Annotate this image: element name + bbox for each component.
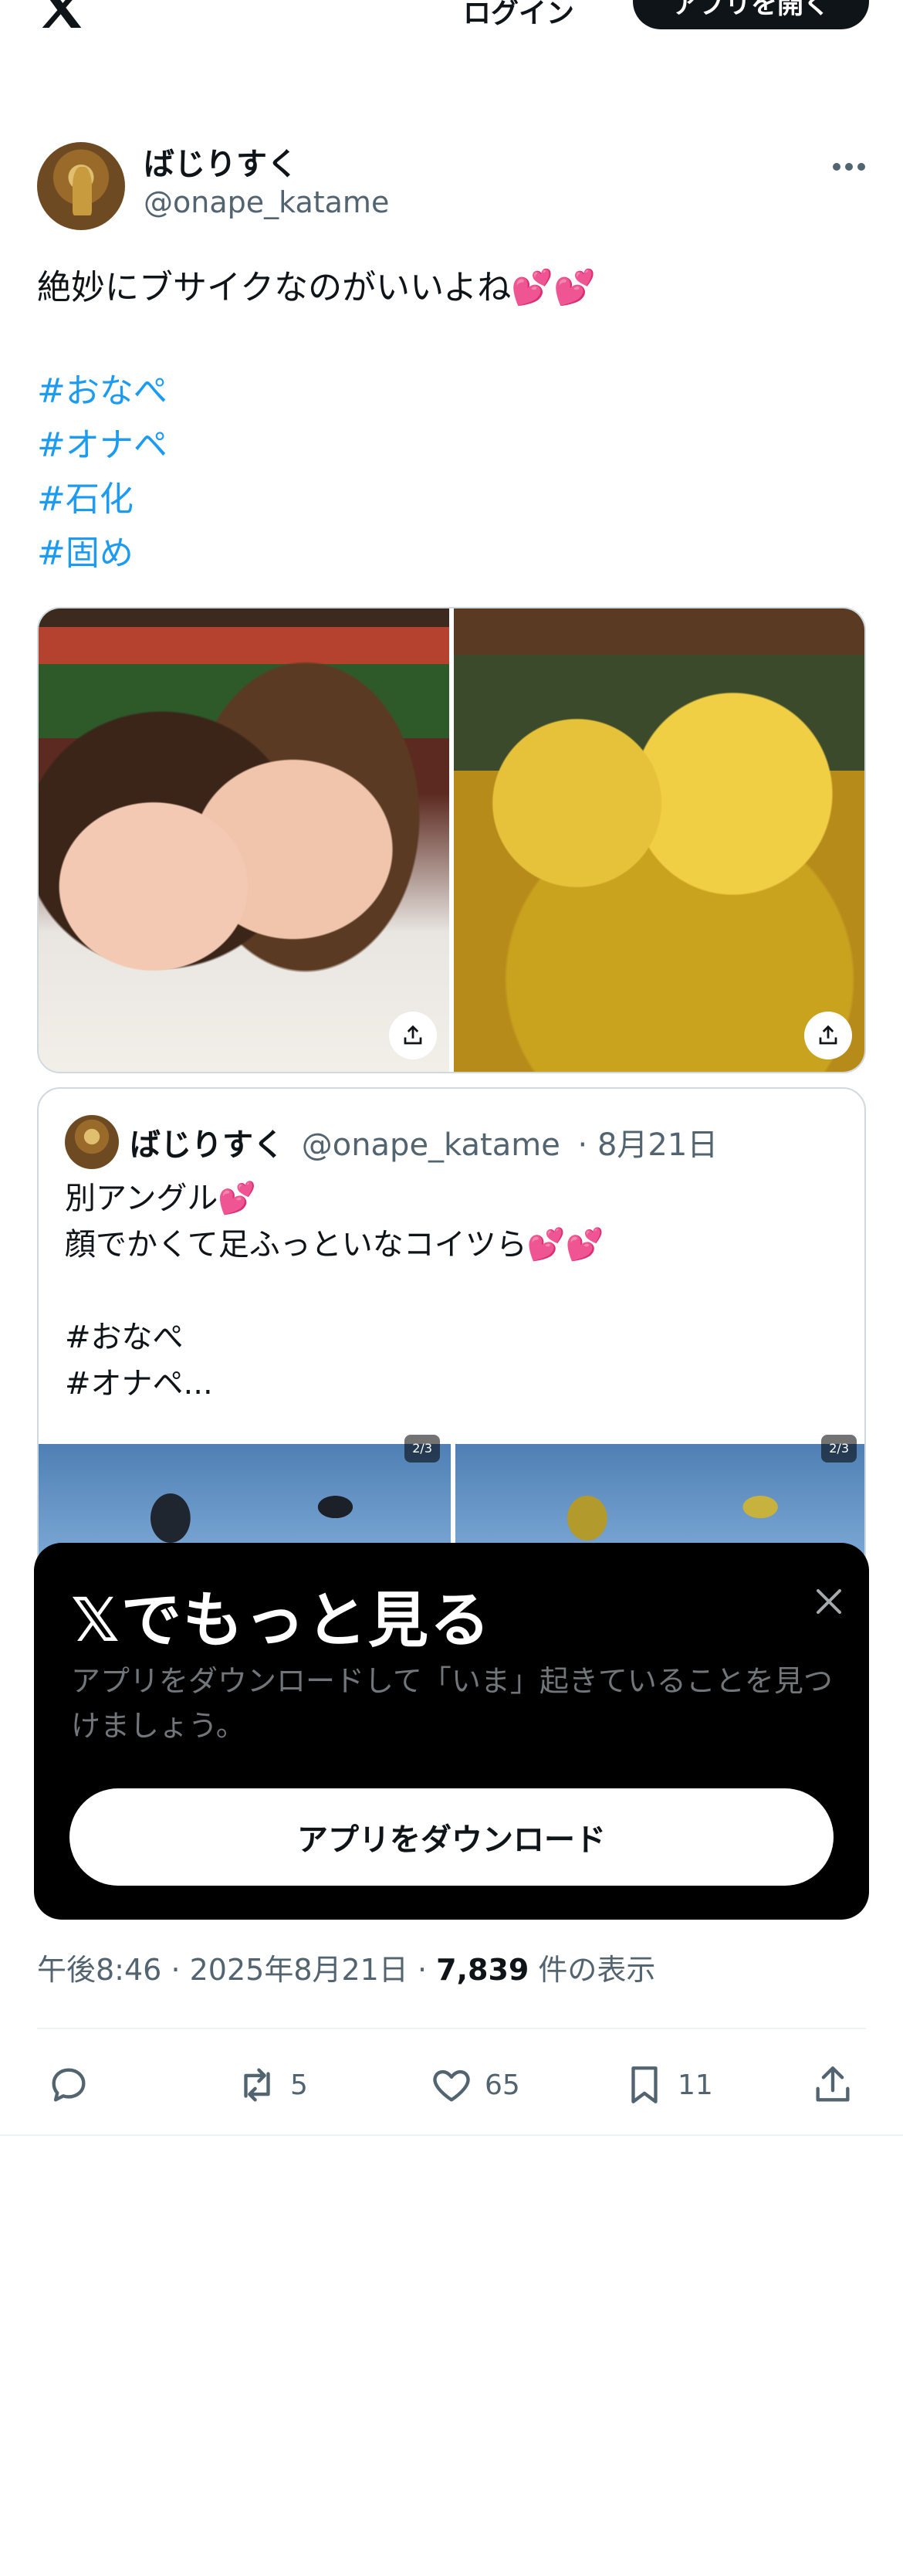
photo-selfie[interactable] xyxy=(39,608,449,1072)
reply-icon xyxy=(52,2068,86,2102)
media-share-button[interactable] xyxy=(804,1012,852,1059)
share-button[interactable] xyxy=(810,2062,855,2108)
quoted-tweet-header: ばじりすく @onape_katame · 8月21日 xyxy=(130,1120,718,1164)
avatar xyxy=(65,1115,119,1169)
media-grid xyxy=(37,607,866,1073)
avatar[interactable] xyxy=(37,142,125,230)
hashtag-link[interactable]: #オナペ xyxy=(37,419,167,473)
more-icon[interactable] xyxy=(826,151,872,182)
quoted-author-handle: @onape_katame xyxy=(301,1127,560,1163)
top-bar: ログイン アプリを開く xyxy=(0,0,903,31)
photo-golden-statue[interactable] xyxy=(454,608,864,1072)
promo-title: 𝕏でもっと見る xyxy=(71,1586,492,1656)
hashtag-list: #おなぺ #オナペ #石化 #固め xyxy=(37,364,167,581)
view-count: 7,839 xyxy=(436,1953,529,1987)
retweet-count: 5 xyxy=(290,2069,308,2101)
share-icon xyxy=(819,1025,837,1045)
author-handle[interactable]: @onape_katame xyxy=(144,185,389,219)
like-button[interactable]: 65 xyxy=(429,2062,520,2108)
quoted-author-name: ばじりすく xyxy=(130,1127,284,1163)
tweet-date[interactable]: 2025年8月21日 xyxy=(190,1953,408,1987)
download-app-button[interactable]: アプリをダウンロード xyxy=(69,1788,834,1886)
open-app-button[interactable]: アプリを開く xyxy=(633,0,869,29)
login-link[interactable]: ログイン xyxy=(463,0,574,31)
retweet-button[interactable]: 5 xyxy=(235,2062,308,2108)
separator-dot: · xyxy=(171,1953,190,1987)
like-count: 65 xyxy=(485,2069,520,2101)
divider xyxy=(0,2134,903,2136)
divider xyxy=(37,2028,866,2029)
promo-subtitle: アプリをダウンロードして「いま」起きていることを見つけましょう。 xyxy=(71,1664,833,1743)
bookmark-icon xyxy=(631,2066,658,2103)
tweet-timestamp: 午後8:46 · 2025年8月21日 · 7,839 件の表示 xyxy=(37,1946,655,1988)
separator-dot: · xyxy=(417,1953,437,1987)
reply-button[interactable] xyxy=(46,2062,91,2108)
hashtag-link[interactable]: #石化 xyxy=(37,473,167,527)
media-share-button[interactable] xyxy=(389,1012,437,1059)
tweet-text: 絶妙にブサイクなのがいいよね💕💕 xyxy=(37,268,596,307)
share-icon xyxy=(404,1025,422,1045)
quoted-date: · 8月21日 xyxy=(577,1127,719,1163)
view-label: 件の表示 xyxy=(538,1953,656,1987)
action-bar: 5 65 11 xyxy=(0,2045,903,2122)
x-logo-icon[interactable] xyxy=(37,0,86,34)
hashtag-link[interactable]: #固め xyxy=(37,527,167,581)
bookmark-count: 11 xyxy=(678,2069,713,2101)
share-icon xyxy=(816,2066,850,2102)
tweet-time[interactable]: 午後8:46 xyxy=(37,1953,161,1987)
bookmark-button[interactable]: 11 xyxy=(622,2062,713,2108)
app-promo-card: 𝕏でもっと見る アプリをダウンロードして「いま」起きていることを見つけましょう。… xyxy=(34,1543,869,1920)
heart-icon xyxy=(433,2069,470,2102)
hashtag-link[interactable]: #おなぺ xyxy=(37,364,167,419)
media-count-badge: 2/3 xyxy=(404,1435,440,1463)
media-count-badge: 2/3 xyxy=(821,1435,857,1463)
retweet-icon xyxy=(244,2068,270,2102)
quoted-tweet-text: 別アングル💕 顔でかくて足ふっといなコイツら💕💕 #おなぺ #オナペ... xyxy=(65,1181,604,1402)
close-icon[interactable] xyxy=(806,1578,852,1625)
author-name[interactable]: ばじりすく xyxy=(144,139,298,184)
